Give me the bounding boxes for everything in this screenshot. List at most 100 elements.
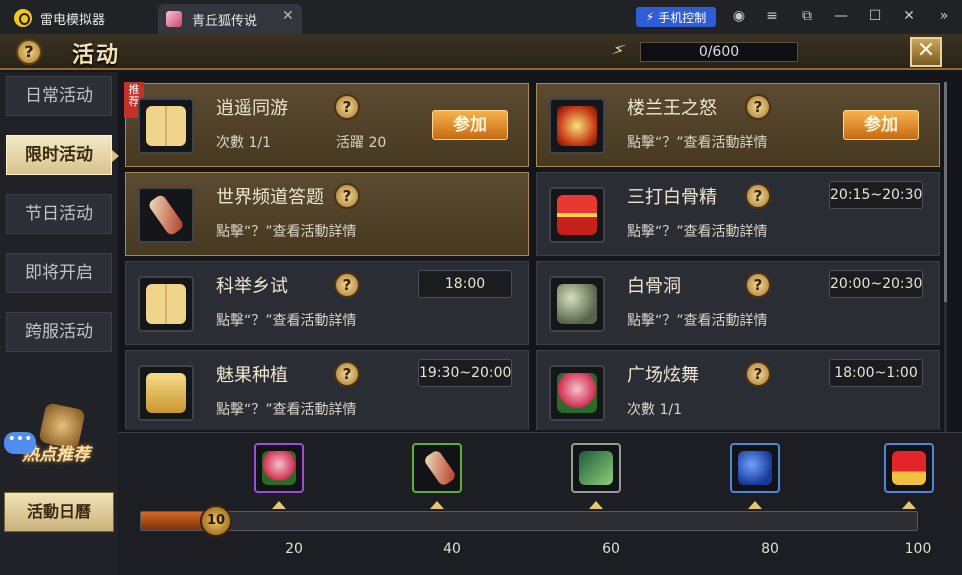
- activity-header: ? 活动 ⚡ 0/600 ✕: [0, 34, 962, 70]
- energy-icon: ⚡: [608, 38, 628, 63]
- activity-time: 20:15~20:30: [829, 181, 923, 209]
- activity-calendar-button[interactable]: 活動日曆: [4, 492, 114, 532]
- join-button[interactable]: 参加: [432, 110, 508, 140]
- activity-card-world-quiz[interactable]: 世界频道答题 ? 點擊“？”查看活動詳情: [125, 172, 529, 256]
- sidebar-item-cross-server[interactable]: 跨服活动: [6, 312, 112, 352]
- activity-name: 魅果种植: [216, 365, 288, 386]
- activity-help-icon[interactable]: ?: [745, 183, 771, 209]
- activity-card-meiguo[interactable]: 魅果种植 ? 點擊“？”查看活動詳情 19:30~20:00: [125, 350, 529, 430]
- activity-category-sidebar: 日常活动 限时活动 节日活动 即将开启 跨服活动 热点推荐 ••• 活動日曆: [0, 72, 119, 575]
- emulator-app-name: 雷电模拟器: [40, 13, 106, 28]
- activity-help-icon[interactable]: ?: [745, 94, 771, 120]
- activity-count: 次數 1/1: [216, 135, 271, 151]
- reward-redpacket[interactable]: [884, 443, 934, 493]
- reward-feather[interactable]: [571, 443, 621, 493]
- activity-help-icon[interactable]: ?: [334, 94, 360, 120]
- reward-flower[interactable]: [254, 443, 304, 493]
- phone-control-label: 手机控制: [658, 10, 707, 25]
- emulator-logo-icon: [14, 9, 32, 27]
- activity-name: 世界频道答题: [216, 187, 324, 208]
- activity-activeness: 活躍 20: [336, 135, 387, 151]
- activity-hint: 點擊“？”查看活動詳情: [216, 313, 357, 329]
- header-help-icon[interactable]: ?: [16, 39, 42, 65]
- reward-threshold-label: 40: [443, 541, 461, 557]
- tab-close-icon[interactable]: ✕: [282, 8, 294, 24]
- minimize-icon[interactable]: —: [832, 8, 850, 24]
- reward-scroll[interactable]: [412, 443, 462, 493]
- reward-marker-arrow: [430, 501, 444, 509]
- activity-help-icon[interactable]: ?: [334, 361, 360, 387]
- activeness-current-value: 10: [200, 505, 232, 537]
- sidebar-item-festival[interactable]: 节日活动: [6, 194, 112, 234]
- reward-marker-arrow: [272, 501, 286, 509]
- activity-card-baigujing[interactable]: 三打白骨精 ? 點擊“？”查看活動詳情 20:15~20:30: [536, 172, 940, 256]
- tab-label: 青丘狐传说: [192, 14, 258, 29]
- lightning-icon: ⚡: [645, 10, 655, 24]
- activeness-progress-bar: [140, 511, 918, 531]
- redpacket-reward-icon: [892, 451, 926, 485]
- menu-icon[interactable]: ≡: [763, 8, 781, 24]
- maximize-icon[interactable]: ☐: [866, 8, 884, 24]
- game-app-icon: [166, 11, 182, 27]
- reward-threshold-label: 100: [904, 541, 932, 557]
- energy-value: 0/600: [640, 42, 798, 62]
- sidebar-item-limited[interactable]: 限时活动: [6, 135, 119, 175]
- chat-bubble-icon[interactable]: •••: [4, 432, 36, 454]
- flower-reward-icon: [262, 451, 296, 485]
- bag-reward-icon: [738, 451, 772, 485]
- activity-time: 19:30~20:00: [418, 359, 512, 387]
- join-button[interactable]: 参加: [843, 110, 919, 140]
- activity-hint: 點擊“？”查看活動詳情: [216, 224, 357, 240]
- list-scrollbar-thumb[interactable]: [944, 82, 947, 302]
- scroll-reward-icon: [422, 448, 458, 488]
- activity-help-icon[interactable]: ?: [745, 361, 771, 387]
- window-close-icon[interactable]: ✕: [900, 8, 918, 24]
- activity-card-guangchang[interactable]: 广场炫舞 ? 次數 1/1 18:00~1:00: [536, 350, 940, 430]
- activity-hint: 點擊“？”查看活動詳情: [627, 313, 768, 329]
- gift-icon: [549, 187, 605, 243]
- flame-icon: [549, 98, 605, 154]
- activeness-reward-area: 10 20 40 60 80 100: [118, 432, 962, 575]
- activity-card-xiaoyao[interactable]: 推荐 逍遥同游 ? 次數 1/1 活躍 20 参加: [124, 82, 529, 167]
- activity-time: 18:00~1:00: [829, 359, 923, 387]
- account-icon[interactable]: ◉: [730, 8, 748, 24]
- reward-threshold-label: 80: [761, 541, 779, 557]
- activity-count: 次數 1/1: [627, 402, 682, 418]
- emulator-window: 雷电模拟器 青丘狐传说 ✕ ⚡ 手机控制 ◉ ≡ ⧉ — ☐ ✕ » ? 活动 …: [0, 0, 962, 575]
- reward-threshold-label: 60: [602, 541, 620, 557]
- activity-hint: 點擊“？”查看活動詳情: [627, 224, 768, 240]
- orb-icon: [549, 276, 605, 332]
- reward-marker-arrow: [589, 501, 603, 509]
- activity-help-icon[interactable]: ?: [745, 272, 771, 298]
- reward-marker-arrow: [902, 501, 916, 509]
- activity-hint: 點擊“？”查看活動詳情: [216, 402, 357, 418]
- activity-list: 推荐 逍遥同游 ? 次數 1/1 活躍 20 参加 楼兰王之怒 ? 點擊“？”查…: [118, 72, 948, 430]
- book-icon: [138, 98, 194, 154]
- popout-icon[interactable]: ⧉: [798, 8, 816, 24]
- sidebar-item-upcoming[interactable]: 即将开启: [6, 253, 112, 293]
- activity-name: 逍遥同游: [216, 98, 288, 119]
- reward-marker-arrow: [748, 501, 762, 509]
- close-button[interactable]: ✕: [910, 37, 942, 67]
- scroll-icon: [138, 187, 194, 243]
- activity-hint: 點擊“？”查看活動詳情: [627, 135, 768, 151]
- activity-card-baigudong[interactable]: 白骨洞 ? 點擊“？”查看活動詳情 20:00~20:30: [536, 261, 940, 345]
- activity-card-loulan[interactable]: 楼兰王之怒 ? 點擊“？”查看活動詳情 参加: [536, 83, 940, 167]
- phone-control-button[interactable]: ⚡ 手机控制: [636, 7, 716, 27]
- activity-help-icon[interactable]: ?: [334, 183, 360, 209]
- activity-card-keju[interactable]: 科举乡试 ? 點擊“？”查看活動詳情 18:00: [125, 261, 529, 345]
- page-title: 活动: [72, 43, 121, 68]
- activity-help-icon[interactable]: ?: [334, 272, 360, 298]
- sidebar-item-daily[interactable]: 日常活动: [6, 76, 112, 116]
- activity-time: 18:00: [418, 270, 512, 298]
- reward-bag[interactable]: [730, 443, 780, 493]
- activity-time: 20:00~20:30: [829, 270, 923, 298]
- game-screen: ? 活动 ⚡ 0/600 ✕ 日常活动 限时活动 节日活动 即将开启 跨服活动 …: [0, 34, 962, 575]
- tab-game[interactable]: 青丘狐传说 ✕: [158, 4, 302, 34]
- banner-icon: [138, 365, 194, 421]
- flower-icon: [549, 365, 605, 421]
- sidebar-expand-icon[interactable]: »: [935, 8, 953, 24]
- activity-name: 三打白骨精: [627, 187, 717, 208]
- reward-threshold-label: 20: [285, 541, 303, 557]
- activity-name: 楼兰王之怒: [627, 98, 717, 119]
